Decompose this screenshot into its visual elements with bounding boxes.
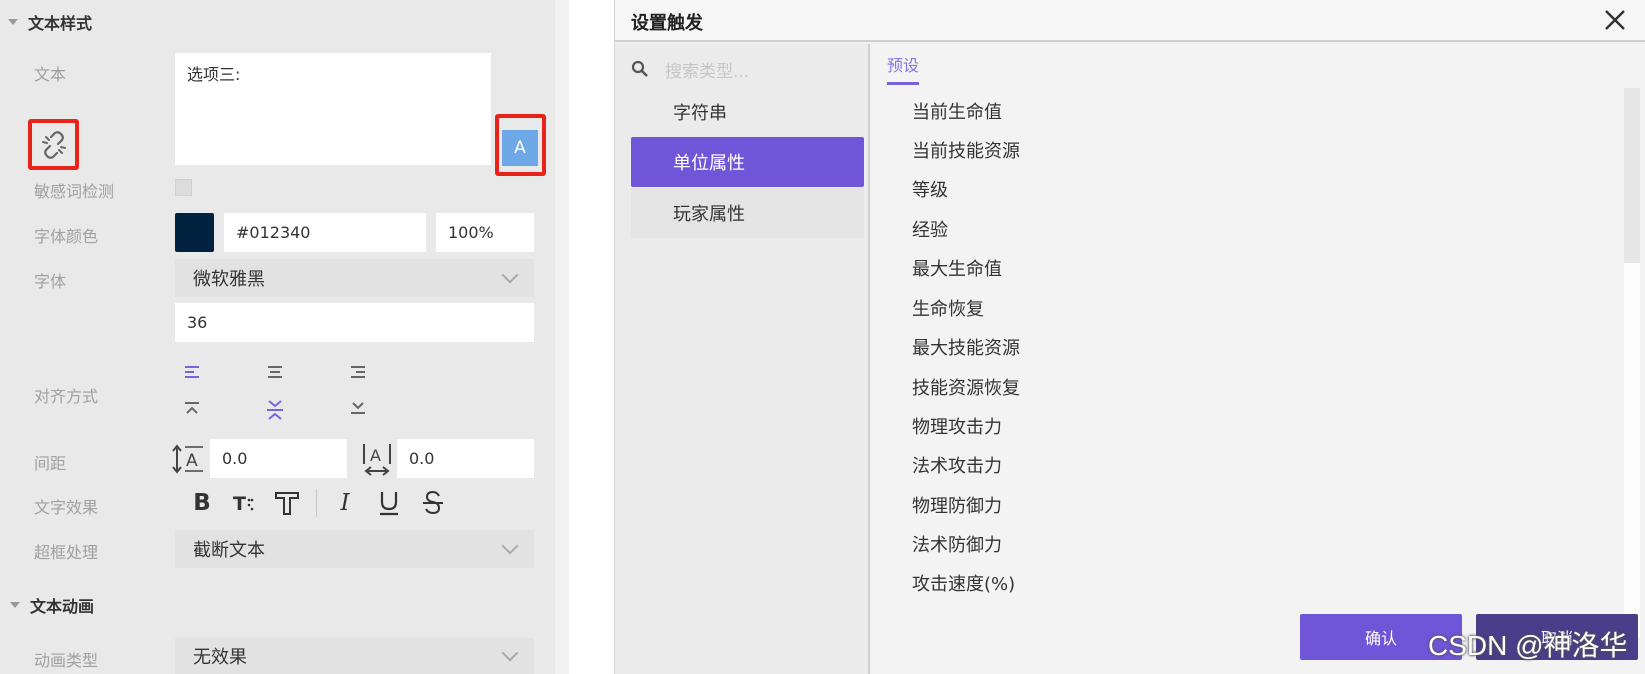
overflow-value: 截断文本 [193,540,265,561]
font-size-value: 36 [187,313,208,332]
font-family-value: 微软雅黑 [193,269,265,290]
line-spacing-input[interactable]: 0.0 [210,439,347,478]
overflow-select[interactable]: 截断文本 [175,530,534,568]
list-item[interactable]: 等级 [912,176,948,202]
letter-spacing-icon: A [360,441,394,477]
category-string[interactable]: 字符串 [631,87,864,137]
italic-icon[interactable]: I [333,489,357,517]
list-item[interactable]: 物理攻击力 [912,413,1002,439]
dialog-header: 设置触发 [615,0,1645,42]
list-item[interactable]: 物理防御力 [912,492,1002,518]
list-item[interactable]: 生命恢复 [912,295,984,321]
font-color-hex-input[interactable]: #012340 [224,213,426,252]
align-center-icon[interactable] [265,362,285,382]
sensitive-word-checkbox[interactable] [175,179,192,196]
valign-bottom-icon[interactable] [348,398,368,418]
unlink-icon[interactable] [32,123,75,166]
chevron-down-icon [501,537,519,555]
text-effect-label: 文字效果 [34,498,99,517]
list-item[interactable]: 最大生命值 [912,255,1002,281]
svg-text:A: A [370,446,381,465]
alignment-label: 对齐方式 [34,387,99,406]
text-properties-panel: 文本样式 文本 选项三: A 敏感词检测 字体颜色 #012340 100% 字… [0,0,555,674]
search-box[interactable]: 搜索类型... [631,54,749,84]
chevron-down-icon [501,644,519,662]
underline-icon[interactable] [377,489,401,517]
font-color-opacity-input[interactable]: 100% [436,213,534,252]
search-icon [631,60,648,77]
list-item[interactable]: 经验 [912,216,948,242]
dialog-title: 设置触发 [631,13,703,34]
category-player-attributes[interactable]: 玩家属性 [631,188,864,238]
spacing-label: 间距 [34,454,67,473]
anim-type-label: 动画类型 [34,651,99,670]
font-color-opacity-value: 100% [448,223,494,242]
text-variable-button-letter: A [514,138,526,158]
strikethrough-icon[interactable] [421,489,445,517]
svg-text:A: A [186,451,198,471]
tab-preset[interactable]: 预设 [887,52,920,85]
letter-spacing-value: 0.0 [409,449,435,468]
text-anim-section-header[interactable]: 文本动画 [10,593,94,617]
text-style-header-label: 文本样式 [28,14,93,33]
watermark: CSDN @神洛华 [1428,630,1628,661]
chevron-down-icon [501,266,519,284]
font-family-select[interactable]: 微软雅黑 [175,259,534,297]
font-label: 字体 [34,272,67,291]
text-shadow-icon[interactable]: T [231,489,257,517]
panel-gap [555,0,569,674]
close-icon[interactable] [1602,7,1628,33]
anim-type-value: 无效果 [193,647,247,668]
text-label: 文本 [34,65,67,84]
list-item[interactable]: 当前生命值 [912,98,1002,124]
letter-spacing-input[interactable]: 0.0 [397,439,534,478]
collapse-triangle-icon [8,19,18,25]
line-spacing-icon: A [172,443,206,475]
list-item[interactable]: 技能资源恢复 [912,374,1020,400]
text-anim-header-label: 文本动画 [30,597,95,616]
list-item[interactable]: 当前技能资源 [912,137,1020,163]
list-item[interactable]: 法术攻击力 [912,452,1002,478]
svg-text:T: T [233,493,246,515]
list-item[interactable]: 攻击速度(%) [912,570,1015,596]
effect-divider [316,489,317,517]
valign-top-icon[interactable] [182,398,202,418]
text-style-section-header[interactable]: 文本样式 [8,10,92,34]
font-color-swatch[interactable] [175,213,214,252]
text-value-input[interactable]: 选项三: [175,53,491,165]
text-variable-button[interactable]: A [502,130,538,166]
list-item[interactable]: 法术防御力 [912,531,1002,557]
overflow-label: 超框处理 [34,543,99,562]
font-color-label: 字体颜色 [34,227,99,246]
attribute-list-panel: 预设 当前生命值 当前技能资源 等级 经验 最大生命值 生命恢复 最大技能资源 … [872,44,1645,674]
font-size-input[interactable]: 36 [175,303,534,342]
category-sidebar: 搜索类型... 字符串 单位属性 玩家属性 [615,44,870,674]
line-spacing-value: 0.0 [222,449,248,468]
category-unit-attributes[interactable]: 单位属性 [631,137,864,187]
collapse-triangle-icon [10,602,20,608]
text-value: 选项三: [187,65,241,84]
sensitive-word-label: 敏感词检测 [34,182,115,201]
scrollbar-thumb[interactable] [1624,88,1640,263]
anim-type-select[interactable]: 无效果 [175,638,534,674]
list-item[interactable]: 最大技能资源 [912,334,1020,360]
bold-icon[interactable]: B [190,489,214,517]
align-left-icon[interactable] [182,362,202,382]
search-input[interactable]: 搜索类型... [665,57,749,82]
text-outline-icon[interactable] [273,489,301,517]
set-trigger-dialog: 设置触发 搜索类型... 字符串 单位属性 玩家属性 预设 当前生命值 当前技能… [614,0,1645,674]
align-right-icon[interactable] [348,362,368,382]
font-color-hex-value: #012340 [236,223,311,242]
valign-middle-icon[interactable] [265,398,285,422]
